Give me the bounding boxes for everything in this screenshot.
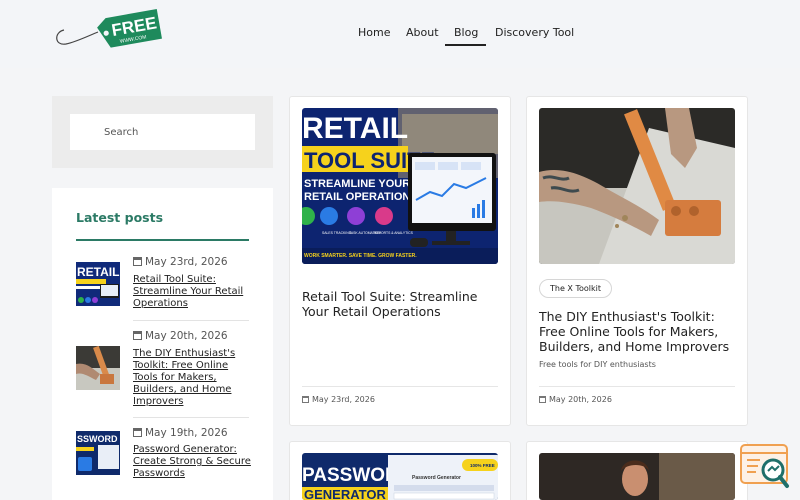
post-thumbnail[interactable] <box>76 346 120 390</box>
search-input[interactable] <box>70 114 255 150</box>
thumb-text: RETAIL <box>77 265 119 279</box>
main-nav: Home About Blog Discovery Tool <box>0 26 800 46</box>
nav-active-indicator <box>445 44 486 46</box>
post-date: May 23rd, 2026 <box>133 256 228 268</box>
category-tag[interactable]: The X Toolkit <box>539 279 612 298</box>
nav-about[interactable]: About <box>406 26 439 39</box>
thumb-text: SSWORD <box>77 434 118 444</box>
post-thumbnail[interactable]: RETAIL <box>76 262 120 306</box>
svg-text:GENERATOR: GENERATOR <box>304 487 386 500</box>
card-image[interactable]: RETAIL TOOL SUITE STREAMLINE YOUR RETAIL… <box>302 108 498 264</box>
card-image[interactable] <box>539 453 735 500</box>
calendar-icon <box>133 428 142 437</box>
search-doc-icon[interactable] <box>740 444 790 490</box>
calendar-icon <box>133 331 142 340</box>
nav-discovery-tool[interactable]: Discovery Tool <box>495 26 574 39</box>
svg-text:RETAIL: RETAIL <box>302 112 408 145</box>
divider <box>133 417 249 418</box>
card-title[interactable]: Retail Tool Suite: Streamline Your Retai… <box>302 289 498 319</box>
calendar-icon <box>302 396 309 403</box>
svg-text:Password Generator: Password Generator <box>412 475 461 481</box>
svg-text:100% FREE: 100% FREE <box>470 463 495 468</box>
nav-home[interactable]: Home <box>358 26 390 39</box>
post-link[interactable]: Retail Tool Suite: Streamline Your Retai… <box>133 274 251 310</box>
svg-text:RETAIL OPERATIONS: RETAIL OPERATIONS <box>304 191 418 203</box>
latest-posts-title: Latest posts <box>76 210 164 225</box>
post-thumbnail[interactable]: SSWORD <box>76 431 120 475</box>
latest-posts-divider <box>76 239 249 241</box>
post-date: May 19th, 2026 <box>133 427 228 439</box>
card-date: May 23rd, 2026 <box>302 395 375 404</box>
site-header: FREE WWW.COM Home About Blog Discovery T… <box>0 0 800 68</box>
svg-text:STREAMLINE YOUR: STREAMLINE YOUR <box>304 178 410 190</box>
card-image[interactable]: PASSWORD GENERATOR Password Generator 10… <box>302 453 498 500</box>
calendar-icon <box>539 396 546 403</box>
divider <box>539 386 735 387</box>
calendar-icon <box>133 257 142 266</box>
card-date: May 20th, 2026 <box>539 395 612 404</box>
card-description: Free tools for DIY enthusiasts <box>539 360 656 369</box>
divider <box>302 386 498 387</box>
svg-text:SALES TRACKING: SALES TRACKING <box>322 231 352 235</box>
divider <box>133 320 249 321</box>
svg-text:REPORTS & ANALYTICS: REPORTS & ANALYTICS <box>374 231 414 235</box>
post-link[interactable]: Password Generator: Create Strong & Secu… <box>133 444 251 480</box>
nav-blog[interactable]: Blog <box>454 26 478 39</box>
card-title[interactable]: The DIY Enthusiast's Toolkit: Free Onlin… <box>539 309 739 354</box>
post-date: May 20th, 2026 <box>133 330 228 342</box>
post-link[interactable]: The DIY Enthusiast's Toolkit: Free Onlin… <box>133 348 251 408</box>
svg-text:WORK SMARTER. SAVE TIME. GROW: WORK SMARTER. SAVE TIME. GROW FASTER. <box>304 253 417 259</box>
card-image[interactable] <box>539 108 735 264</box>
